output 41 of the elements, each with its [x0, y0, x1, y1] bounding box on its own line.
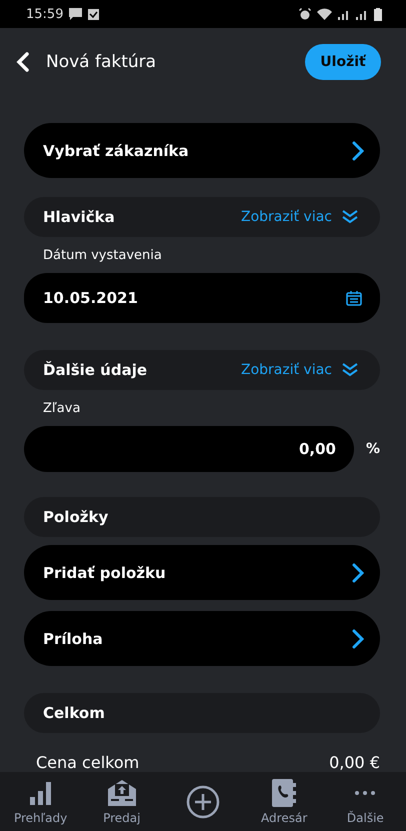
section-title: Ďalšie údaje — [43, 361, 148, 379]
section-title: Celkom — [43, 704, 106, 722]
total-label: Cena celkom — [36, 753, 140, 772]
checkbox-icon — [88, 8, 100, 20]
message-icon — [69, 8, 82, 20]
status-time: 15:59 — [26, 6, 64, 22]
chevron-right-icon — [352, 140, 364, 160]
more-icon — [355, 791, 376, 795]
list-row-button[interactable]: Pridať položku — [24, 545, 380, 600]
section-title: Položky — [43, 508, 110, 526]
alarm-icon — [299, 8, 311, 20]
signal-icon — [338, 8, 350, 20]
signal-icon — [356, 8, 368, 20]
bar-chart-icon — [28, 781, 53, 805]
address-book-icon — [271, 778, 298, 808]
nav-item[interactable]: Predaj — [86, 778, 158, 825]
wifi-icon — [317, 8, 332, 20]
select-customer-button[interactable]: Vybrať zákazníka — [24, 123, 380, 178]
field-label: Dátum vystavenia — [43, 248, 163, 265]
page-title: Nová faktúra — [46, 52, 158, 72]
percent-unit: % — [364, 441, 380, 457]
field-label: Zľava — [43, 401, 82, 418]
add-icon — [186, 784, 220, 818]
chevron-right-icon — [352, 628, 364, 648]
show-more-button[interactable]: Zobraziť viac — [240, 209, 358, 225]
discount-field[interactable]: 0,00 — [24, 426, 354, 472]
nav-item[interactable]: Prehľady — [4, 778, 77, 825]
save-button[interactable]: Uložiť — [305, 44, 381, 80]
double-chevron-down-icon — [342, 363, 358, 377]
list-row-button[interactable]: Príloha — [24, 611, 380, 666]
nav-item[interactable]: Adresár — [248, 778, 320, 825]
envelope-icon — [106, 779, 137, 807]
date-field[interactable]: 10.05.2021 — [24, 273, 380, 323]
calendar-icon — [346, 290, 362, 306]
battery-icon — [374, 8, 382, 20]
total-value: 0,00 € — [329, 753, 380, 772]
nav-item[interactable]: Ďalšie — [329, 778, 402, 825]
show-more-button[interactable]: Zobraziť viac — [240, 362, 358, 378]
chevron-right-icon — [352, 562, 364, 582]
double-chevron-down-icon — [342, 210, 358, 224]
section-title: Hlavička — [43, 208, 116, 226]
